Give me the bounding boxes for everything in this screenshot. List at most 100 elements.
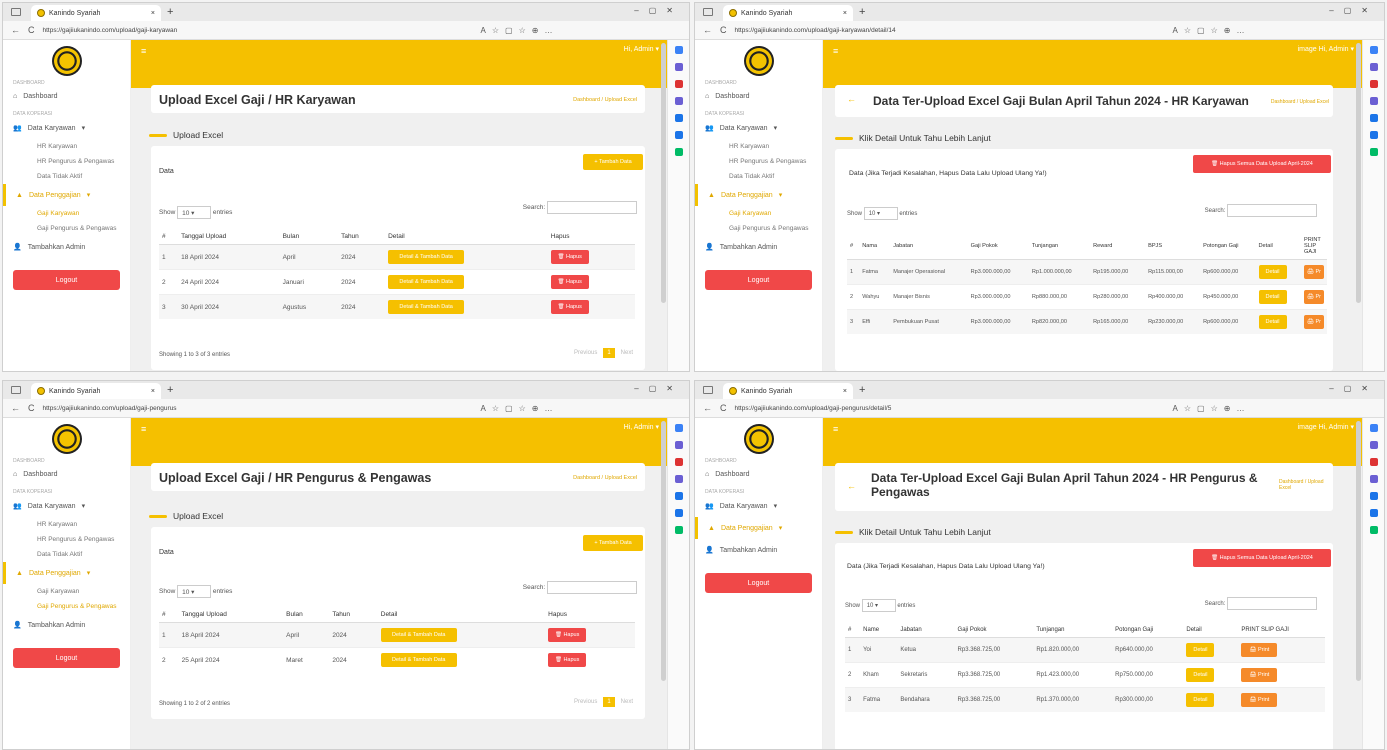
col-header[interactable]: # (159, 229, 179, 245)
sidebar-subitem-data-tidak-aktif[interactable]: Data Tidak Aktif (695, 169, 822, 184)
sidebar-item-data-penggajian[interactable]: ▲ Data Penggajian ▾ (695, 517, 822, 539)
col-header[interactable]: Jabatan (897, 623, 955, 638)
search-input[interactable] (547, 201, 637, 214)
print-button[interactable]: 🖨 Pr (1304, 315, 1324, 329)
menu-toggle-icon[interactable]: ≡ (833, 424, 838, 434)
logout-button[interactable]: Logout (705, 573, 812, 593)
toolbar-icons[interactable]: A☆▢☆⊕… (481, 404, 559, 413)
toolbar-icons[interactable]: A☆▢☆⊕… (1173, 404, 1251, 413)
admin-dropdown[interactable]: image Hi, Admin ▾ (1298, 45, 1354, 53)
url-field[interactable]: https://gajiiukanindo.com/upload/gaji-ka… (735, 27, 1165, 34)
length-select[interactable]: 10 ▾ (177, 206, 212, 219)
breadcrumb[interactable]: Dashboard / Upload Excel (573, 475, 637, 481)
workspace-icon[interactable] (703, 8, 713, 16)
detail-tambah-button[interactable]: Detail & Tambah Data (380, 628, 457, 642)
tambah-data-button[interactable]: + Tambah Data (583, 154, 643, 170)
col-header[interactable]: Reward (1090, 233, 1146, 260)
col-header[interactable]: # (845, 623, 861, 638)
col-header[interactable]: Gaji Pokok (967, 233, 1029, 260)
games-icon[interactable] (674, 526, 683, 534)
games-icon[interactable] (1369, 526, 1378, 534)
reload-button[interactable]: C (28, 25, 35, 35)
col-header[interactable]: BPJS (1145, 233, 1201, 260)
search-input[interactable] (547, 581, 637, 594)
col-header[interactable]: Potongan Gaji (1200, 233, 1256, 260)
next-button[interactable]: Next (621, 350, 633, 356)
detail-button[interactable]: Detail (1258, 315, 1287, 329)
tools-icon[interactable] (674, 475, 683, 483)
sidebar-subitem-gaji-pengurus[interactable]: Gaji Pengurus & Pengawas (3, 599, 130, 614)
search-icon[interactable] (1369, 46, 1378, 54)
search-input[interactable] (1227, 204, 1317, 217)
reload-button[interactable]: C (720, 403, 727, 413)
search-icon[interactable] (674, 46, 683, 54)
new-tab-button[interactable]: + (859, 6, 865, 18)
office-icon[interactable] (1369, 114, 1378, 122)
tab-kanindo[interactable]: Kanindo Syariah × (31, 383, 161, 399)
sidebar-subitem-hr-karyawan[interactable]: HR Karyawan (695, 139, 822, 154)
sidebar-item-dashboard[interactable]: ⌂ Dashboard (695, 464, 822, 485)
sidebar-subitem-gaji-pengurus[interactable]: Gaji Pengurus & Pengawas (695, 221, 822, 236)
tools-icon[interactable] (1369, 97, 1378, 105)
extension-icon[interactable] (1369, 441, 1378, 449)
print-button[interactable]: 🖨 Pr (1304, 265, 1324, 279)
back-button[interactable]: ← (703, 403, 712, 413)
menu-toggle-icon[interactable]: ≡ (141, 424, 146, 434)
col-header[interactable]: Tanggal Upload (178, 229, 280, 245)
detail-tambah-button[interactable]: Detail & Tambah Data (380, 653, 457, 667)
scrollbar[interactable] (1356, 421, 1361, 681)
print-button[interactable]: 🖨 Print (1241, 668, 1278, 682)
office-icon[interactable] (674, 492, 683, 500)
outlook-icon[interactable] (674, 509, 683, 517)
next-button[interactable]: Next (621, 699, 633, 705)
col-header[interactable]: Tahun (338, 229, 386, 245)
reload-button[interactable]: C (28, 403, 35, 413)
sidebar-subitem-hr-karyawan[interactable]: HR Karyawan (3, 139, 130, 154)
sidebar-item-data-karyawan[interactable]: 👥 Data Karyawan ▾ (3, 117, 130, 139)
hapus-semua-button[interactable]: 🗑 Hapus Semua Data Upload April-2024 (1193, 155, 1331, 173)
sidebar-subitem-hr-karyawan[interactable]: HR Karyawan (3, 517, 130, 532)
scrollbar[interactable] (661, 43, 666, 303)
sidebar-item-dashboard[interactable]: ⌂ Dashboard (3, 464, 130, 485)
col-header[interactable]: Hapus (545, 607, 635, 623)
detail-tambah-button[interactable]: Detail & Tambah Data (388, 300, 465, 314)
col-header[interactable]: Gaji Pokok (954, 623, 1034, 638)
sidebar-subitem-hr-pengurus[interactable]: HR Pengurus & Pengawas (3, 532, 130, 547)
office-icon[interactable] (674, 114, 683, 122)
length-select[interactable]: 10 ▾ (177, 585, 212, 598)
close-tab-icon[interactable]: × (843, 388, 847, 395)
new-tab-button[interactable]: + (167, 6, 173, 18)
logout-button[interactable]: Logout (705, 270, 812, 290)
print-button[interactable]: 🖨 Pr (1304, 290, 1324, 304)
sidebar-subitem-gaji-karyawan[interactable]: Gaji Karyawan (695, 206, 822, 221)
back-button[interactable]: ← (11, 403, 20, 413)
admin-dropdown[interactable]: Hi, Admin ▾ (624, 45, 659, 53)
tab-kanindo[interactable]: Kanindo Syariah × (31, 5, 161, 21)
toolbar-icons[interactable]: A☆▢☆⊕… (1173, 26, 1251, 35)
col-header[interactable]: Tunjangan (1028, 233, 1091, 260)
shopping-icon[interactable] (674, 458, 683, 466)
sidebar-subitem-hr-pengurus[interactable]: HR Pengurus & Pengawas (695, 154, 822, 169)
sidebar-item-data-penggajian[interactable]: ▲ Data Penggajian ▾ (3, 184, 130, 206)
breadcrumb[interactable]: Dashboard / Upload Excel (573, 97, 637, 103)
length-select[interactable]: 10 ▾ (861, 599, 896, 612)
search-icon[interactable] (674, 424, 683, 432)
col-header[interactable]: Bulan (283, 607, 330, 623)
url-field[interactable]: https://gajiiukanindo.com/upload/gaji-pe… (43, 405, 473, 412)
breadcrumb[interactable]: Dashboard / Upload Excel (1271, 99, 1329, 105)
detail-button[interactable]: Detail (1186, 668, 1215, 682)
col-header[interactable]: Potongan Gaji (1112, 623, 1184, 638)
detail-button[interactable]: Detail (1186, 643, 1215, 657)
outlook-icon[interactable] (1369, 509, 1378, 517)
tambah-data-button[interactable]: + Tambah Data (583, 535, 643, 551)
extension-icon[interactable] (674, 441, 683, 449)
window-controls[interactable]: –▢✕ (634, 6, 683, 15)
detail-tambah-button[interactable]: Detail & Tambah Data (388, 250, 465, 264)
length-select[interactable]: 10 ▾ (863, 207, 898, 220)
hapus-button[interactable]: 🗑 Hapus (548, 628, 587, 642)
tab-kanindo[interactable]: Kanindo Syariah × (723, 5, 853, 21)
col-header[interactable]: Hapus (547, 229, 635, 245)
detail-tambah-button[interactable]: Detail & Tambah Data (388, 275, 465, 289)
page-button[interactable]: 1 (603, 697, 615, 707)
reload-button[interactable]: C (720, 25, 727, 35)
